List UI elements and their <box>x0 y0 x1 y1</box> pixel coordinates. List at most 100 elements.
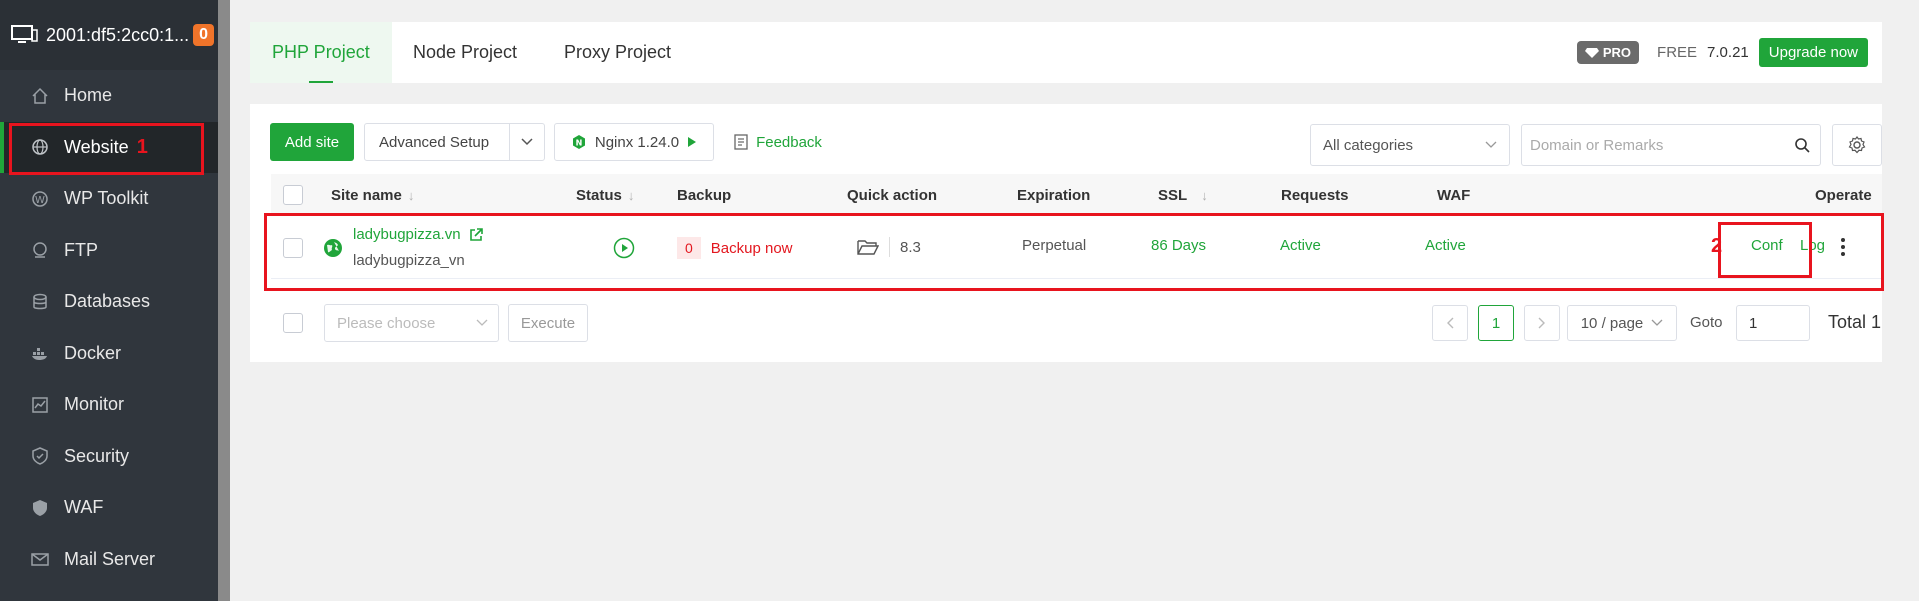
expiration-value[interactable]: Perpetual <box>1022 237 1086 254</box>
monitor-chart-icon <box>30 395 50 415</box>
feedback-icon <box>734 134 748 150</box>
requests-status[interactable]: Active <box>1280 237 1321 254</box>
column-label: SSL <box>1158 186 1188 204</box>
nginx-label: Nginx 1.24.0 <box>594 133 680 151</box>
sidebar-item-mail-server[interactable]: Mail Server <box>0 534 218 586</box>
goto-page-input[interactable]: 1 <box>1736 305 1810 341</box>
total-count: Total 1 <box>1828 312 1882 332</box>
sidebar-item-label: FTP <box>64 239 98 260</box>
row-checkbox[interactable] <box>283 238 303 258</box>
nginx-button[interactable]: N Nginx 1.24.0 <box>554 123 714 161</box>
ftp-icon <box>30 240 50 260</box>
server-selector[interactable]: 2001:df5:2cc0:1... 0 <box>0 0 218 70</box>
sidebar-nav: Home Website 1 W WP Toolkit FTP Database… <box>0 70 218 585</box>
play-icon <box>688 137 697 147</box>
sidebar-item-monitor[interactable]: Monitor <box>0 379 218 431</box>
advanced-setup-dropdown[interactable] <box>509 123 545 161</box>
sidebar-item-label: Home <box>64 85 113 106</box>
site-remark[interactable]: ladybugpizza_vn <box>353 252 465 269</box>
sidebar-item-databases[interactable]: Databases <box>0 276 218 328</box>
feedback-link[interactable]: Feedback <box>728 123 828 161</box>
category-select[interactable]: All categories <box>1310 124 1510 166</box>
sidebar-item-label: Security <box>64 445 130 466</box>
execute-button[interactable]: Execute <box>508 304 588 342</box>
page-number-button[interactable]: 1 <box>1478 305 1514 341</box>
sidebar-item-website[interactable]: Website 1 <box>0 121 218 173</box>
sidebar-item-label: Databases <box>64 291 151 312</box>
sidebar: 2001:df5:2cc0:1... 0 Home Website 1 W WP… <box>0 0 218 601</box>
tab-label: Node Project <box>413 42 518 62</box>
column-label: Operate <box>1815 186 1872 204</box>
project-tabs-bar: PHP Project Node Project Proxy Project P… <box>250 22 1882 83</box>
divider <box>889 237 890 257</box>
column-quick-action: Quick action <box>847 174 937 216</box>
sidebar-item-label: Docker <box>64 342 122 363</box>
more-options-icon[interactable] <box>1840 237 1846 257</box>
sidebar-scrollbar[interactable] <box>218 0 230 601</box>
sort-arrow-icon: ↓ <box>627 187 635 203</box>
column-label: WAF <box>1437 186 1471 204</box>
backup-now-link[interactable]: Backup now <box>711 240 793 257</box>
column-backup: Backup <box>677 174 731 216</box>
column-site-name[interactable]: Site name ↓ <box>331 174 414 216</box>
column-requests: Requests <box>1281 174 1349 216</box>
footer-select-checkbox[interactable] <box>283 313 303 333</box>
tab-label: PHP Project <box>272 42 370 62</box>
php-version-link[interactable]: 8.3 <box>900 239 921 256</box>
sidebar-item-label: Monitor <box>64 394 125 415</box>
plan-info: PRO FREE 7.0.21 Upgrade now <box>1576 22 1868 83</box>
page-size-value: 10 / page <box>1580 314 1644 332</box>
mail-icon <box>30 549 50 569</box>
operate-annotation: 2 <box>1711 235 1722 258</box>
search-icon[interactable] <box>1794 137 1810 153</box>
select-all-checkbox[interactable] <box>283 185 303 205</box>
column-status[interactable]: Status ↓ <box>576 174 634 216</box>
upgrade-button[interactable]: Upgrade now <box>1758 38 1868 67</box>
sidebar-item-home[interactable]: Home <box>0 70 218 122</box>
sidebar-item-wp-toolkit[interactable]: W WP Toolkit <box>0 173 218 225</box>
waf-shield-icon <box>30 498 50 518</box>
server-label: 2001:df5:2cc0:1... <box>46 24 190 45</box>
status-play-button[interactable] <box>613 237 635 259</box>
settings-button[interactable] <box>1832 124 1882 166</box>
folder-icon[interactable] <box>857 238 879 256</box>
desktop-icon <box>11 25 38 43</box>
server-badge: 0 <box>193 24 215 46</box>
column-ssl[interactable]: SSL ↓ <box>1158 174 1208 216</box>
tab-proxy-project[interactable]: Proxy Project <box>564 22 671 83</box>
external-link-icon[interactable] <box>469 227 483 242</box>
log-link[interactable]: Log <box>1800 237 1825 254</box>
prev-page-button[interactable] <box>1432 305 1468 341</box>
pro-label: PRO <box>1602 45 1632 60</box>
sidebar-item-security[interactable]: Security <box>0 431 218 483</box>
pro-badge[interactable]: PRO <box>1576 41 1640 64</box>
column-label: Quick action <box>847 186 938 204</box>
home-icon <box>30 86 50 106</box>
advanced-setup-button[interactable]: Advanced Setup <box>364 123 510 161</box>
ssl-value[interactable]: 86 Days <box>1151 237 1206 254</box>
play-circle-icon <box>613 237 635 259</box>
tab-node-project[interactable]: Node Project <box>413 22 517 83</box>
site-name-link[interactable]: ladybugpizza.vn <box>353 226 483 243</box>
page-size-select[interactable]: 10 / page <box>1567 305 1677 341</box>
sidebar-item-waf[interactable]: WAF <box>0 482 218 534</box>
sort-arrow-icon: ↓ <box>1201 187 1208 203</box>
feedback-label: Feedback <box>756 133 822 151</box>
column-expiration: Expiration <box>1017 174 1090 216</box>
add-site-button[interactable]: Add site <box>270 123 354 161</box>
column-label: Backup <box>677 186 732 204</box>
sidebar-item-label: Mail Server <box>64 548 156 569</box>
site-name: ladybugpizza.vn <box>353 226 461 243</box>
sidebar-item-label: WAF <box>64 497 104 518</box>
next-page-button[interactable] <box>1524 305 1560 341</box>
tab-php-project[interactable]: PHP Project <box>250 22 392 83</box>
sidebar-item-docker[interactable]: Docker <box>0 328 218 380</box>
search-input[interactable]: Domain or Remarks <box>1521 124 1821 166</box>
docker-icon <box>30 343 50 363</box>
conf-link[interactable]: Conf <box>1751 237 1783 254</box>
waf-status[interactable]: Active <box>1425 237 1466 254</box>
sidebar-item-ftp[interactable]: FTP <box>0 225 218 277</box>
shield-icon <box>30 446 50 466</box>
bulk-action-select[interactable]: Please choose <box>324 304 499 342</box>
chevron-left-icon <box>1447 317 1454 329</box>
